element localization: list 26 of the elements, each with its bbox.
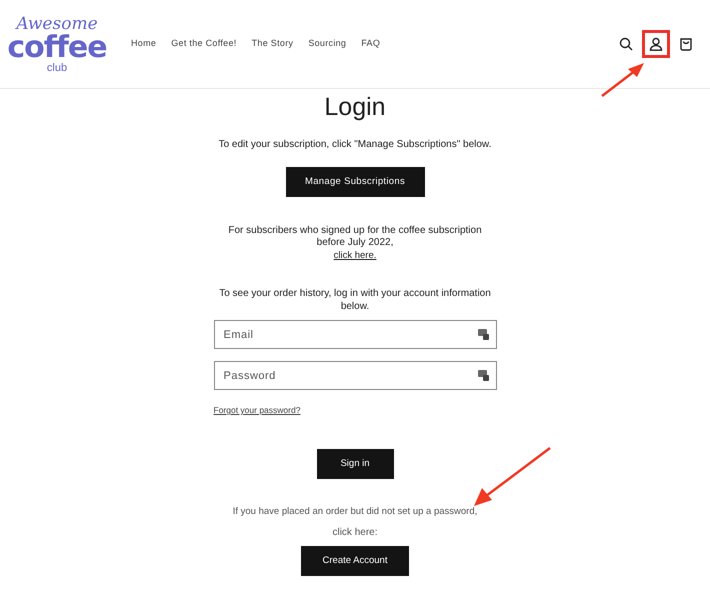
- keyboard-icon: [478, 370, 488, 381]
- page-title: Login: [324, 92, 386, 123]
- nav-link[interactable]: Home: [131, 37, 156, 51]
- nav-link[interactable]: FAQ: [361, 37, 380, 51]
- arrow-drawing: [600, 60, 646, 98]
- click-here-text: click here:: [332, 526, 378, 540]
- nav-link[interactable]: Sourcing: [308, 37, 346, 51]
- no-password-text: If you have placed an order but did not set up a password,: [232, 505, 478, 519]
- nav-link[interactable]: Get the Coffee!: [171, 37, 237, 51]
- forgot-password-link[interactable]: Forgot your password?: [214, 405, 300, 415]
- nav-link[interactable]: The Story: [252, 37, 294, 51]
- input-field[interactable]: Password: [214, 361, 496, 390]
- input-field[interactable]: Email: [214, 320, 496, 349]
- create-account-button[interactable]: Create Account: [301, 546, 409, 576]
- account-button[interactable]: [642, 30, 670, 58]
- manage-text: To edit your subscription, click "Manage Subscriptions" below.: [218, 138, 492, 152]
- logo[interactable]: Awesome coffee club: [6, 14, 108, 74]
- legacy-text: For subscribers who signed up for the coffee subscription before July 2022,: [227, 225, 483, 249]
- bag-icon: [679, 37, 693, 51]
- login-text: To see your order history, log in with your account information below.: [218, 287, 492, 313]
- user-icon: [649, 37, 663, 51]
- click-here-link[interactable]: click here.: [334, 249, 376, 263]
- keyboard-icon: [478, 329, 488, 340]
- search-icon: [619, 37, 633, 51]
- manage-subscriptions-button[interactable]: Manage Subscriptions: [286, 167, 424, 197]
- sign-in-button[interactable]: Sign in: [316, 449, 394, 479]
